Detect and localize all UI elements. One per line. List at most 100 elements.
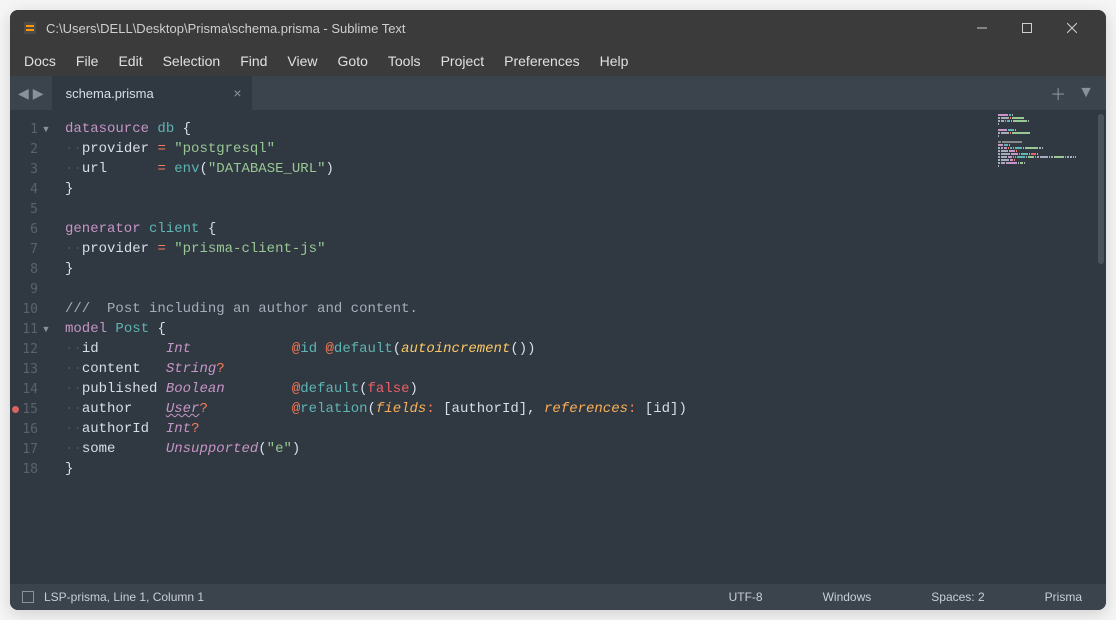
menu-selection[interactable]: Selection xyxy=(153,49,231,73)
menu-help[interactable]: Help xyxy=(590,49,639,73)
line-number: 1 xyxy=(10,122,38,137)
new-tab-icon[interactable]: ＋ xyxy=(1050,81,1066,105)
line-number: 2 xyxy=(10,142,38,157)
gutter-row: 17▼ xyxy=(10,439,57,459)
close-button[interactable] xyxy=(1049,10,1094,46)
scrollbar-vertical[interactable] xyxy=(1096,110,1106,584)
minimap-line xyxy=(996,159,1096,161)
panel-toggle-icon[interactable] xyxy=(22,591,34,603)
code-line: } xyxy=(65,459,996,479)
gutter-row: 3▼ xyxy=(10,159,57,179)
minimap-line xyxy=(996,117,1096,119)
minimap-line xyxy=(996,129,1096,131)
line-number: 9 xyxy=(10,282,38,297)
app-window: C:\Users\DELL\Desktop\Prisma\schema.pris… xyxy=(10,10,1106,610)
line-number: 8 xyxy=(10,262,38,277)
gutter-row: 11▼ xyxy=(10,319,57,339)
menu-find[interactable]: Find xyxy=(230,49,277,73)
menu-goto[interactable]: Goto xyxy=(328,49,378,73)
gutter-row: 4▼ xyxy=(10,179,57,199)
window-controls xyxy=(959,10,1094,46)
line-number: 4 xyxy=(10,182,38,197)
minimap-line xyxy=(996,150,1096,152)
code-line: ··author User? @relation(fields: [author… xyxy=(65,399,996,419)
tab-label: schema.prisma xyxy=(66,86,154,101)
scroll-thumb[interactable] xyxy=(1098,114,1104,264)
code-line xyxy=(65,279,996,299)
code-line: ··published Boolean @default(false) xyxy=(65,379,996,399)
gutter-row: 15▼ xyxy=(10,399,57,419)
nav-back-icon[interactable]: ◀ xyxy=(18,85,29,102)
nav-forward-icon[interactable]: ▶ xyxy=(33,85,44,102)
lint-error-icon[interactable] xyxy=(12,406,19,413)
code-line: ··authorId Int? xyxy=(65,419,996,439)
menu-project[interactable]: Project xyxy=(431,49,495,73)
tab-close-icon[interactable]: × xyxy=(233,85,241,101)
status-cursor[interactable]: LSP-prisma, Line 1, Column 1 xyxy=(44,590,204,604)
gutter-row: 10▼ xyxy=(10,299,57,319)
minimap-line xyxy=(996,120,1096,122)
status-line-ending[interactable]: Windows xyxy=(823,590,872,604)
line-number: 18 xyxy=(10,462,38,477)
gutter-row: 18▼ xyxy=(10,459,57,479)
gutter-row: 5▼ xyxy=(10,199,57,219)
code-line: } xyxy=(65,179,996,199)
code-line: datasource db { xyxy=(65,119,996,139)
menu-docs[interactable]: Docs xyxy=(14,49,66,73)
minimap-line xyxy=(996,165,1096,167)
statusbar: LSP-prisma, Line 1, Column 1 UTF-8 Windo… xyxy=(10,584,1106,610)
gutter: 1▼2▼3▼4▼5▼6▼7▼8▼9▼10▼11▼12▼13▼14▼15▼16▼1… xyxy=(10,110,57,584)
gutter-row: 2▼ xyxy=(10,139,57,159)
fold-icon[interactable]: ▼ xyxy=(41,324,51,334)
menu-edit[interactable]: Edit xyxy=(108,49,152,73)
menubar: DocsFileEditSelectionFindViewGotoToolsPr… xyxy=(10,46,1106,76)
code-line: } xyxy=(65,259,996,279)
gutter-row: 6▼ xyxy=(10,219,57,239)
code-line: ··url = env("DATABASE_URL") xyxy=(65,159,996,179)
editor: 1▼2▼3▼4▼5▼6▼7▼8▼9▼10▼11▼12▼13▼14▼15▼16▼1… xyxy=(10,110,1106,584)
status-encoding[interactable]: UTF-8 xyxy=(729,590,763,604)
menu-preferences[interactable]: Preferences xyxy=(494,49,589,73)
gutter-row: 16▼ xyxy=(10,419,57,439)
gutter-row: 7▼ xyxy=(10,239,57,259)
minimap-line xyxy=(996,132,1096,134)
line-number: 3 xyxy=(10,162,38,177)
line-number: 12 xyxy=(10,342,38,357)
code-line: ··content String? xyxy=(65,359,996,379)
code-line: ··some Unsupported("e") xyxy=(65,439,996,459)
gutter-row: 14▼ xyxy=(10,379,57,399)
minimap-line xyxy=(996,141,1096,143)
gutter-row: 9▼ xyxy=(10,279,57,299)
minimap-line xyxy=(996,135,1096,137)
menu-tools[interactable]: Tools xyxy=(378,49,431,73)
tab-active[interactable]: schema.prisma × xyxy=(52,76,252,110)
window-title: C:\Users\DELL\Desktop\Prisma\schema.pris… xyxy=(46,21,959,36)
status-tab-size[interactable]: Spaces: 2 xyxy=(931,590,984,604)
fold-icon[interactable]: ▼ xyxy=(41,124,51,134)
code-line xyxy=(65,199,996,219)
gutter-row: 12▼ xyxy=(10,339,57,359)
gutter-row: 1▼ xyxy=(10,119,57,139)
line-number: 13 xyxy=(10,362,38,377)
tabbar: ◀ ▶ schema.prisma × ＋ ▼ xyxy=(10,76,1106,110)
minimap-line xyxy=(996,123,1096,125)
minimize-button[interactable] xyxy=(959,10,1004,46)
maximize-button[interactable] xyxy=(1004,10,1049,46)
minimap-line xyxy=(996,126,1096,128)
minimap-line xyxy=(996,153,1096,155)
menu-view[interactable]: View xyxy=(277,49,327,73)
line-number: 14 xyxy=(10,382,38,397)
line-number: 7 xyxy=(10,242,38,257)
tab-dropdown-icon[interactable]: ▼ xyxy=(1078,84,1094,102)
menu-file[interactable]: File xyxy=(66,49,109,73)
line-number: 6 xyxy=(10,222,38,237)
status-syntax[interactable]: Prisma xyxy=(1045,590,1082,604)
code-line: model Post { xyxy=(65,319,996,339)
gutter-row: 13▼ xyxy=(10,359,57,379)
line-number: 5 xyxy=(10,202,38,217)
minimap-line xyxy=(996,114,1096,116)
code-line: ··id Int @id @default(autoincrement()) xyxy=(65,339,996,359)
minimap[interactable] xyxy=(996,110,1096,584)
code-line: generator client { xyxy=(65,219,996,239)
code-area[interactable]: datasource db {··provider = "postgresql"… xyxy=(57,110,996,584)
